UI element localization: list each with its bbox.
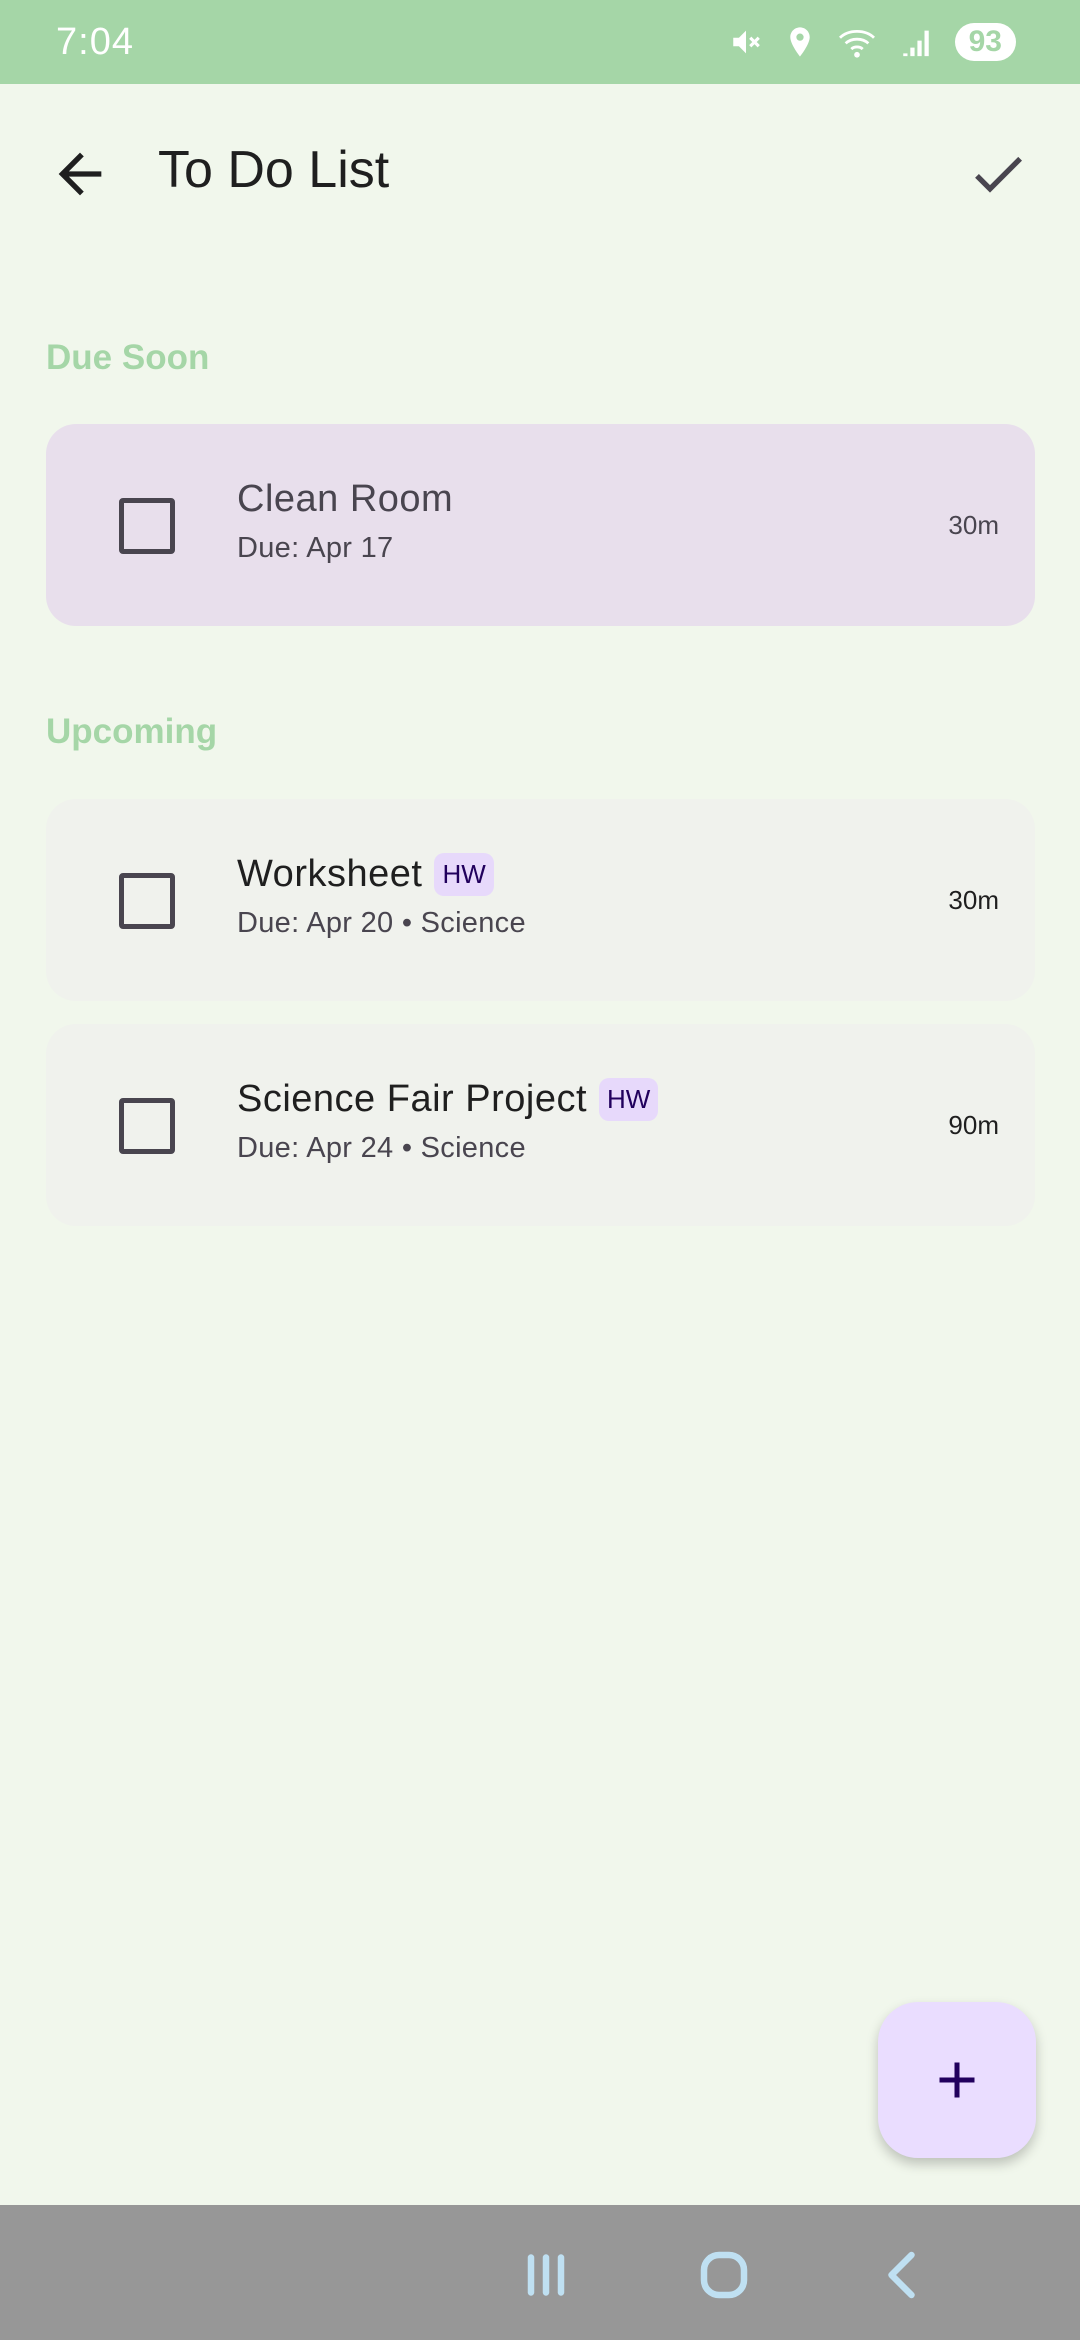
check-icon xyxy=(975,156,1022,193)
back-icon xyxy=(888,2251,915,2299)
task-checkbox[interactable] xyxy=(119,873,175,929)
battery-icon: 93 xyxy=(954,23,1016,61)
task-card[interactable]: Clean Room Due: Apr 17 30m xyxy=(46,424,1035,626)
arrow-back-icon xyxy=(58,152,102,196)
task-duration: 90m xyxy=(948,1110,999,1140)
home-button[interactable] xyxy=(694,2245,754,2305)
plus-icon xyxy=(939,2062,975,2098)
section-header-upcoming: Upcoming xyxy=(46,712,218,751)
system-nav-bar xyxy=(0,2205,1080,2340)
page-title: To Do List xyxy=(158,141,390,199)
status-time: 7:04 xyxy=(56,20,134,63)
location-icon xyxy=(785,25,815,59)
task-due-date: Due: Apr 17 xyxy=(237,532,394,564)
task-title-row: Worksheet HW xyxy=(237,853,494,896)
task-card[interactable]: Worksheet HW Due: Apr 20 • Science 30m xyxy=(46,799,1035,1001)
task-checkbox[interactable] xyxy=(119,498,175,554)
task-due-date: Due: Apr 24 • Science xyxy=(237,1132,526,1164)
task-title-row: Science Fair Project HW xyxy=(237,1078,659,1121)
confirm-button[interactable] xyxy=(966,142,1030,206)
task-card[interactable]: Science Fair Project HW Due: Apr 24 • Sc… xyxy=(46,1024,1035,1226)
screen: 7:04 93 To Do List Due Soon Clean Room D… xyxy=(0,0,1080,2340)
task-title-row: Clean Room xyxy=(237,478,453,521)
task-title: Worksheet xyxy=(237,853,423,895)
task-duration: 30m xyxy=(948,885,999,915)
hw-tag: HW xyxy=(434,853,494,896)
task-title: Clean Room xyxy=(237,478,454,520)
status-icons: 93 xyxy=(729,23,1016,61)
recents-icon xyxy=(527,2254,565,2296)
mute-icon xyxy=(729,25,763,59)
back-button[interactable] xyxy=(48,142,112,206)
top-app-bar: To Do List xyxy=(0,84,1080,264)
task-due-date: Due: Apr 20 • Science xyxy=(237,907,526,939)
wifi-icon xyxy=(837,25,877,59)
signal-icon xyxy=(899,25,933,59)
add-task-button[interactable] xyxy=(878,2002,1036,2158)
task-title: Science Fair Project xyxy=(237,1078,588,1120)
task-checkbox[interactable] xyxy=(119,1098,175,1154)
home-icon xyxy=(700,2251,748,2299)
recents-button[interactable] xyxy=(516,2245,576,2305)
task-duration: 30m xyxy=(948,510,999,540)
status-bar: 7:04 93 xyxy=(0,0,1080,84)
section-header-due-soon: Due Soon xyxy=(46,338,210,377)
nav-back-button[interactable] xyxy=(874,2245,934,2305)
hw-tag: HW xyxy=(599,1078,659,1121)
